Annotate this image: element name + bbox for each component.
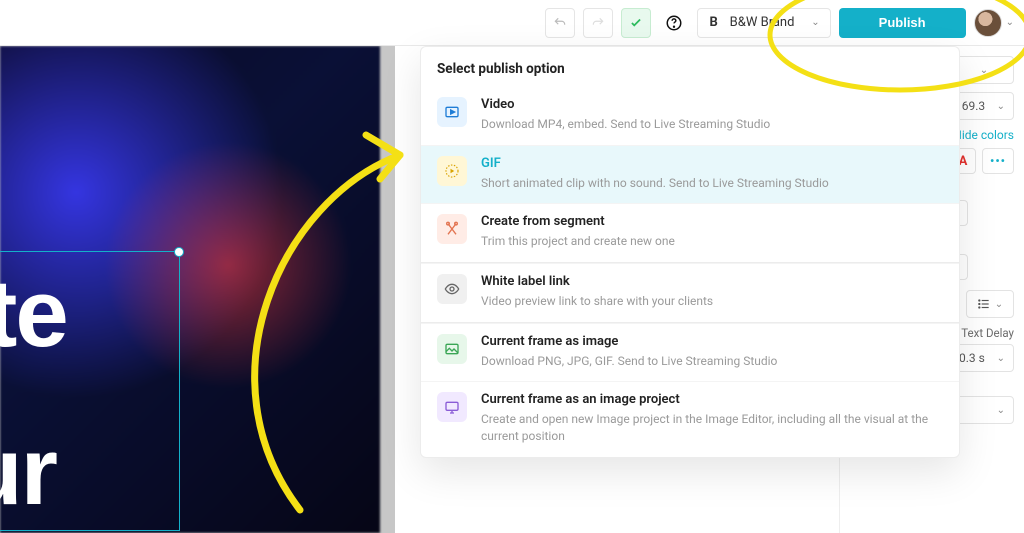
dropdown-title: Select publish option <box>421 47 959 87</box>
image-icon <box>437 334 467 364</box>
avatar <box>974 9 1002 37</box>
publish-option-whitelabel[interactable]: White label link Video preview link to s… <box>421 263 959 322</box>
canvas-text-line1[interactable]: ate <box>0 266 67 362</box>
project-icon <box>437 392 467 422</box>
chevron-down-icon: ⌄ <box>1006 17 1014 28</box>
brand-b-icon: B <box>706 15 722 31</box>
publish-option-segment[interactable]: Create from segment Trim this project an… <box>421 203 959 262</box>
top-toolbar: B B&W Brand ⌄ Publish ⌄ <box>0 0 1024 46</box>
publish-option-frame-image[interactable]: Current frame as image Download PNG, JPG… <box>421 323 959 382</box>
account-menu[interactable]: ⌄ <box>974 9 1014 37</box>
more-colors-button[interactable]: ••• <box>982 148 1014 174</box>
redo-button[interactable] <box>583 8 613 38</box>
brand-select[interactable]: B B&W Brand ⌄ <box>697 8 831 38</box>
publish-option-video[interactable]: Video Download MP4, embed. Send to Live … <box>421 87 959 145</box>
canvas-text-line2[interactable]: ur <box>0 424 56 520</box>
font-select-collapsed[interactable]: ⌄ <box>954 56 1014 84</box>
chevron-down-icon: ⌄ <box>811 17 819 28</box>
gif-icon <box>437 156 467 186</box>
publish-option-gif[interactable]: GIF Short animated clip with no sound. S… <box>421 145 959 204</box>
saved-indicator <box>621 8 651 38</box>
publish-dropdown: Select publish option Video Download MP4… <box>420 46 960 458</box>
segment-icon <box>437 214 467 244</box>
list-style-select[interactable]: ⌄ <box>966 290 1014 318</box>
eye-icon <box>437 274 467 304</box>
publish-option-frame-project[interactable]: Current frame as an image project Create… <box>421 381 959 456</box>
brand-label: B&W Brand <box>730 15 795 30</box>
undo-button[interactable] <box>545 8 575 38</box>
video-icon <box>437 97 467 127</box>
help-button[interactable] <box>659 8 689 38</box>
publish-button[interactable]: Publish <box>839 8 966 38</box>
canvas-column: ate ur <box>0 46 395 533</box>
